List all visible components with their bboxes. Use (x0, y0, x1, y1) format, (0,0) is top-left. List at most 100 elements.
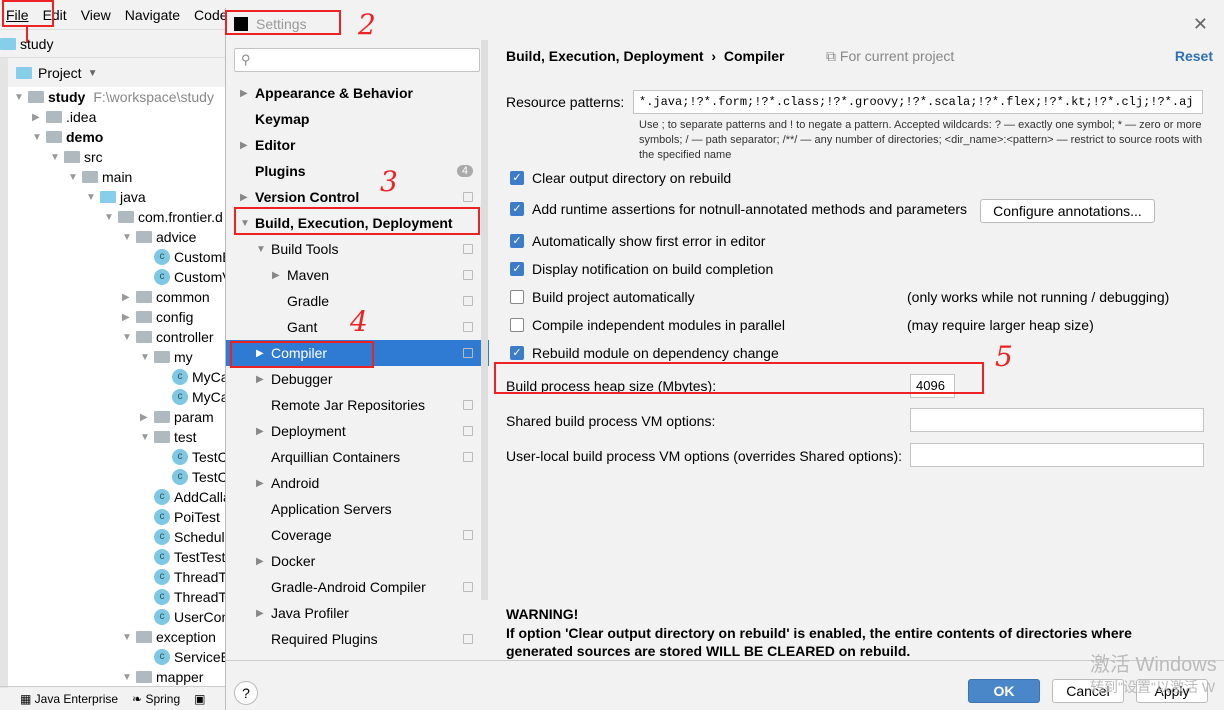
tree-node[interactable]: c PoiTest (140, 507, 220, 527)
checkbox-option[interactable]: ✓ Rebuild module on dependency change (510, 345, 779, 361)
expanded-arrow-icon[interactable]: ▼ (86, 192, 96, 203)
settings-nav-item[interactable]: ▶ Debugger (226, 366, 489, 392)
menu-file[interactable]: File (0, 7, 37, 23)
terminal-icon[interactable]: ▣ (194, 692, 205, 706)
tree-node[interactable]: cThreadTe (140, 567, 225, 587)
tree-node[interactable]: ▼ test (140, 427, 197, 447)
menu-edit[interactable]: Edit (37, 7, 75, 23)
expanded-arrow-icon[interactable]: ▼ (256, 244, 266, 255)
settings-search-input[interactable]: ⚲ (234, 48, 480, 72)
tree-node[interactable]: ▼ exception (122, 627, 216, 647)
settings-nav-item[interactable]: ▶ Docker (226, 548, 489, 574)
collapsed-arrow-icon[interactable]: ▶ (122, 292, 132, 303)
collapsed-arrow-icon[interactable]: ▶ (256, 608, 264, 619)
tree-node[interactable]: ▼ java (86, 187, 146, 207)
tree-node[interactable]: ▼ com.frontier.d (104, 207, 223, 227)
nav-scrollbar[interactable] (481, 40, 488, 600)
settings-nav-item[interactable]: ▼ Build, Execution, Deployment (226, 210, 489, 236)
resource-patterns-input[interactable]: *.java;!?*.form;!?*.class;!?*.groovy;!?*… (633, 90, 1203, 114)
menu-view[interactable]: View (75, 7, 119, 23)
collapsed-arrow-icon[interactable]: ▶ (256, 374, 264, 385)
checkbox[interactable]: ✓ (510, 262, 524, 276)
help-button[interactable]: ? (234, 681, 258, 705)
tree-node[interactable]: cAddCalla (140, 487, 225, 507)
expanded-arrow-icon[interactable]: ▼ (14, 92, 24, 103)
collapsed-arrow-icon[interactable]: ▶ (240, 140, 248, 151)
heap-size-input[interactable]: 4096 (910, 374, 955, 398)
collapsed-arrow-icon[interactable]: ▶ (256, 478, 264, 489)
tree-node[interactable]: ▼ mapper (122, 667, 203, 687)
breadcrumb-item[interactable]: study (20, 36, 53, 52)
settings-nav-item[interactable]: Application Servers (226, 496, 489, 522)
tree-node[interactable]: ▼ main (68, 167, 132, 187)
checkbox-option[interactable]: ✓ Clear output directory on rebuild (510, 170, 731, 186)
tab-java-enterprise[interactable]: ▦ Java Enterprise (20, 692, 118, 706)
tree-node[interactable]: ▼ study F:\workspace\study (14, 87, 214, 107)
settings-nav-item[interactable]: Plugins 4 (226, 158, 489, 184)
tree-node[interactable]: cThreadTe (140, 587, 225, 607)
tree-node[interactable]: ▶ param (140, 407, 214, 427)
settings-nav-item[interactable]: ▶ Appearance & Behavior (226, 80, 489, 106)
tree-node[interactable]: ▼ demo (32, 127, 103, 147)
tree-node[interactable]: c TestC (158, 447, 225, 467)
checkbox[interactable] (510, 318, 524, 332)
settings-nav-item[interactable]: Keymap (226, 106, 489, 132)
settings-nav-item[interactable]: ▶ Maven (226, 262, 489, 288)
user-vm-options-input[interactable] (910, 443, 1204, 467)
checkbox[interactable]: ✓ (510, 234, 524, 248)
settings-nav-item[interactable]: Arquillian Containers (226, 444, 489, 470)
collapsed-arrow-icon[interactable]: ▶ (256, 556, 264, 567)
settings-nav-item[interactable]: ▼ Build Tools (226, 236, 489, 262)
tree-node[interactable]: ▶ .idea (32, 107, 96, 127)
settings-nav-item[interactable]: Coverage (226, 522, 489, 548)
expanded-arrow-icon[interactable]: ▼ (104, 212, 114, 223)
expanded-arrow-icon[interactable]: ▼ (122, 232, 132, 243)
checkbox-option[interactable]: ✓ Automatically show first error in edito… (510, 233, 765, 249)
checkbox[interactable]: ✓ (510, 202, 524, 216)
settings-nav-item[interactable]: ▶ Java Profiler (226, 600, 489, 626)
collapsed-arrow-icon[interactable]: ▶ (32, 112, 42, 123)
checkbox-option[interactable]: ✓ Display notification on build completio… (510, 261, 773, 277)
chevron-down-icon[interactable]: ▼ (88, 68, 98, 79)
tree-node[interactable]: cCustomE (140, 247, 225, 267)
settings-nav-item[interactable]: Gradle-Android Compiler (226, 574, 489, 600)
tree-node[interactable]: c UserCon (140, 607, 225, 627)
checkbox[interactable]: ✓ (510, 346, 524, 360)
checkbox-option[interactable]: ✓ Add runtime assertions for notnull-anno… (510, 201, 967, 217)
reset-link[interactable]: Reset (1175, 48, 1213, 64)
collapsed-arrow-icon[interactable]: ▶ (240, 192, 248, 203)
tree-node[interactable]: c TestTest (140, 547, 225, 567)
settings-nav-item[interactable]: ▶ Android (226, 470, 489, 496)
tree-node[interactable]: ▶ config (122, 307, 193, 327)
expanded-arrow-icon[interactable]: ▼ (122, 632, 132, 643)
tree-node[interactable]: c MyCa (158, 367, 225, 387)
close-icon[interactable]: ✕ (1193, 14, 1208, 35)
settings-nav-item[interactable]: ▶ Editor (226, 132, 489, 158)
checkbox-option[interactable]: Compile independent modules in parallel (510, 317, 785, 333)
expanded-arrow-icon[interactable]: ▼ (140, 352, 150, 363)
tree-node[interactable]: cCustomV (140, 267, 225, 287)
shared-vm-options-input[interactable] (910, 408, 1204, 432)
settings-nav-item[interactable]: Remote Jar Repositories (226, 392, 489, 418)
settings-nav-item[interactable]: ▶ Compiler (226, 340, 489, 366)
tree-node[interactable]: ▶ common (122, 287, 210, 307)
expanded-arrow-icon[interactable]: ▼ (240, 218, 250, 229)
tree-node[interactable]: ▼ advice (122, 227, 196, 247)
configure-annotations-button[interactable]: Configure annotations... (980, 199, 1155, 223)
menu-navigate[interactable]: Navigate (119, 7, 188, 23)
checkbox[interactable]: ✓ (510, 171, 524, 185)
settings-nav-item[interactable]: ▶ Version Control (226, 184, 489, 210)
checkbox-option[interactable]: Build project automatically (510, 289, 695, 305)
tree-node[interactable]: c MyCa (158, 387, 225, 407)
settings-nav-item[interactable]: Required Plugins (226, 626, 489, 652)
expanded-arrow-icon[interactable]: ▼ (68, 172, 78, 183)
collapsed-arrow-icon[interactable]: ▶ (272, 270, 280, 281)
project-panel-header[interactable]: Project ▼ (8, 60, 225, 86)
tree-node[interactable]: ▼ controller (122, 327, 214, 347)
expanded-arrow-icon[interactable]: ▼ (122, 332, 132, 343)
expanded-arrow-icon[interactable]: ▼ (32, 132, 42, 143)
ok-button[interactable]: OK (968, 679, 1040, 703)
collapsed-arrow-icon[interactable]: ▶ (240, 88, 248, 99)
collapsed-arrow-icon[interactable]: ▶ (140, 412, 150, 423)
collapsed-arrow-icon[interactable]: ▶ (256, 348, 264, 359)
